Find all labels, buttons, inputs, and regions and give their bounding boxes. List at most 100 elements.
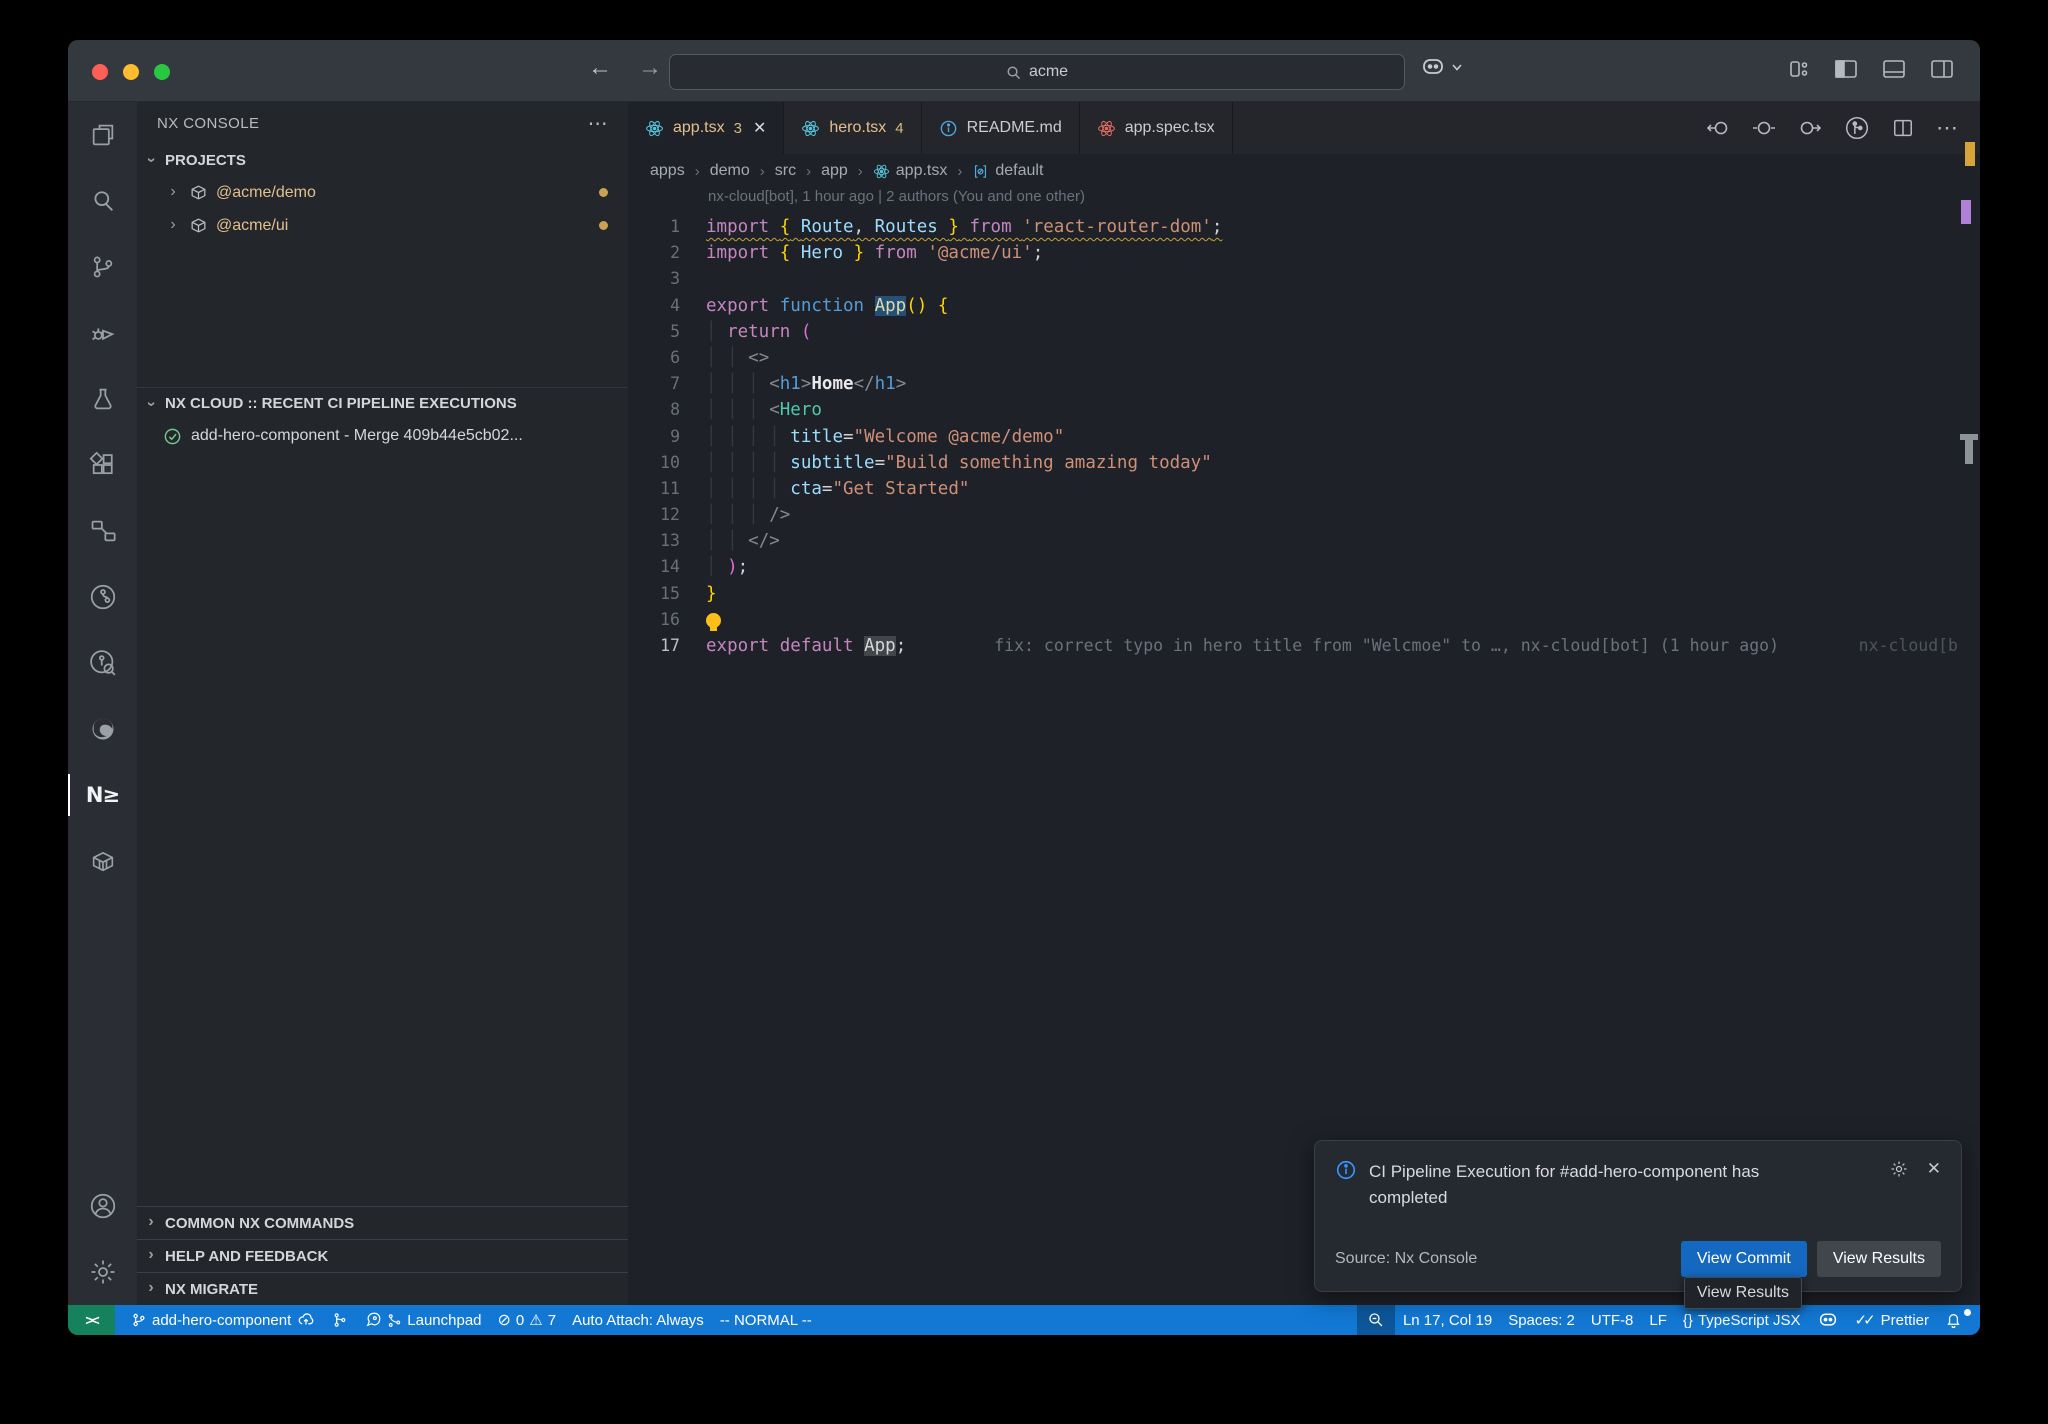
command-center-search[interactable]: acme (669, 54, 1405, 90)
code-line-12[interactable]: 12│ │ │ /> (628, 502, 1980, 528)
language-mode-status-item[interactable]: {} TypeScript JSX (1675, 1312, 1809, 1329)
toggle-sidebar-icon[interactable] (1834, 58, 1858, 80)
code-line-13[interactable]: 13│ │ </> (628, 528, 1980, 554)
code-line-2[interactable]: 2import { Hero } from '@acme/ui'; (628, 240, 1980, 266)
customize-layout-icon[interactable] (1788, 58, 1810, 80)
line-number: 16 (628, 607, 680, 633)
eol-status-item[interactable]: LF (1641, 1312, 1675, 1329)
split-editor-icon[interactable] (1892, 117, 1914, 139)
tab-app-spec-tsx[interactable]: app.spec.tsx (1080, 102, 1233, 154)
tab-hero-tsx[interactable]: hero.tsx 4 (784, 102, 921, 154)
history-forward-icon[interactable]: → (638, 54, 662, 82)
breadcrumb-item[interactable]: app.tsx (896, 162, 948, 180)
info-icon (939, 119, 958, 138)
breadcrumb-item[interactable]: app (821, 162, 848, 180)
more-actions-icon[interactable]: ⋯ (588, 111, 608, 136)
notifications-bell-icon[interactable] (1937, 1311, 1970, 1329)
testing-icon[interactable] (68, 366, 137, 432)
code-line-1[interactable]: 1import { Route, Routes } from 'react-ro… (628, 214, 1980, 240)
breadcrumb-item[interactable]: default (995, 162, 1043, 180)
cursor-position-status-item[interactable]: Ln 17, Col 19 (1395, 1312, 1500, 1329)
status-bar: >< add-hero-component Launchpad ⊘ 0 ⚠ 7 … (68, 1305, 1980, 1335)
copilot-status-item[interactable] (1809, 1311, 1847, 1329)
auto-attach-status-item[interactable]: Auto Attach: Always (564, 1312, 712, 1329)
run-debug-icon[interactable] (68, 300, 137, 366)
breadcrumb-item[interactable]: apps (650, 162, 685, 180)
code-line-16[interactable]: 16 (628, 607, 1980, 633)
search-icon[interactable] (68, 168, 137, 234)
code-line-17[interactable]: 17export default App;fix: correct typo i… (628, 633, 1980, 659)
projects-section-header[interactable]: › PROJECTS (137, 144, 628, 176)
code-line-15[interactable]: 15} (628, 581, 1980, 607)
run-commit-graph-icon[interactable] (1844, 115, 1870, 141)
formatter-status-item[interactable]: ✓✓ Prettier (1847, 1311, 1938, 1329)
project-row-acme-demo[interactable]: › @acme/demo (137, 176, 628, 209)
inline-blame-annotation: fix: correct typo in hero title from "We… (994, 636, 1779, 655)
close-tab-icon[interactable]: ✕ (753, 118, 766, 138)
zoom-window-button[interactable] (154, 64, 170, 80)
code-line-11[interactable]: 11│ │ │ │ cta="Get Started" (628, 476, 1980, 502)
project-row-acme-ui[interactable]: › @acme/ui (137, 209, 628, 242)
chevron-right-icon: › (143, 1213, 159, 1231)
explorer-icon[interactable] (68, 102, 137, 168)
branch-status-item[interactable]: add-hero-component (123, 1311, 324, 1329)
close-window-button[interactable] (92, 64, 108, 80)
encoding-status-item[interactable]: UTF-8 (1583, 1312, 1642, 1329)
vim-mode-status-item[interactable]: -- NORMAL -- (712, 1312, 820, 1329)
open-change-icon[interactable] (1752, 118, 1776, 138)
edge-browser-icon[interactable] (68, 696, 137, 762)
code-line-4[interactable]: 4export function App() { (628, 293, 1980, 319)
history-back-icon[interactable]: ← (588, 54, 612, 82)
code-line-5[interactable]: 5│ return ( (628, 319, 1980, 345)
code-line-6[interactable]: 6│ │ <> (628, 345, 1980, 371)
more-actions-icon[interactable]: ⋯ (1936, 115, 1958, 141)
containers-icon[interactable] (68, 828, 137, 894)
remote-indicator[interactable]: >< (68, 1305, 115, 1335)
account-icon[interactable] (68, 1173, 137, 1239)
copilot-menu[interactable] (1420, 56, 1462, 78)
zoom-status-item[interactable] (1357, 1305, 1395, 1335)
code-line-9[interactable]: 9│ │ │ │ title="Welcome @acme/demo" (628, 424, 1980, 450)
git-graph-icon (332, 1311, 348, 1329)
section-common-nx-commands[interactable]: › COMMON NX COMMANDS (137, 1206, 628, 1239)
nx-console-icon[interactable]: N≥ (68, 762, 137, 828)
view-results-button[interactable]: View Results (1817, 1241, 1941, 1277)
launchpad-status-item[interactable]: Launchpad (356, 1311, 489, 1329)
project-graph-icon[interactable] (68, 498, 137, 564)
publish-cloud-icon (296, 1311, 316, 1329)
settings-gear-icon[interactable] (68, 1239, 137, 1305)
breadcrumb-item[interactable]: demo (710, 162, 750, 180)
toggle-panel-icon[interactable] (1882, 58, 1906, 80)
notification-settings-gear-icon[interactable] (1889, 1159, 1909, 1179)
source-control-icon[interactable] (68, 234, 137, 300)
breadcrumb-item[interactable]: src (775, 162, 796, 180)
tab-readme-md[interactable]: README.md (922, 102, 1080, 154)
code-line-3[interactable]: 3 (628, 266, 1980, 292)
code-line-10[interactable]: 10│ │ │ │ subtitle="Build something amaz… (628, 450, 1980, 476)
code-line-7[interactable]: 7│ │ │ <h1>Home</h1> (628, 371, 1980, 397)
problems-status-item[interactable]: ⊘ 0 ⚠ 7 (490, 1310, 565, 1330)
pipeline-execution-row[interactable]: add-hero-component - Merge 409b44e5cb02.… (137, 419, 628, 453)
indentation-status-item[interactable]: Spaces: 2 (1500, 1312, 1583, 1329)
overview-ruler[interactable] (1960, 102, 1980, 1305)
toggle-secondary-sidebar-icon[interactable] (1930, 58, 1954, 80)
code-line-8[interactable]: 8│ │ │ <Hero (628, 397, 1980, 423)
minimize-window-button[interactable] (123, 64, 139, 80)
notification-close-icon[interactable]: ✕ (1927, 1159, 1941, 1179)
tab-app-tsx[interactable]: app.tsx 3 ✕ (628, 102, 784, 154)
code-line-14[interactable]: 14│ ); (628, 554, 1980, 580)
chevron-right-icon: › (143, 1279, 159, 1297)
lightbulb-code-action-icon[interactable] (706, 613, 721, 628)
view-commit-button[interactable]: View Commit (1681, 1241, 1807, 1277)
section-help-and-feedback[interactable]: › HELP AND FEEDBACK (137, 1239, 628, 1272)
next-change-icon[interactable] (1798, 118, 1822, 138)
chevron-right-icon: › (165, 183, 181, 201)
extensions-icon[interactable] (68, 432, 137, 498)
commit-graph-icon[interactable] (68, 564, 137, 630)
gitlens-inspect-icon[interactable] (68, 630, 137, 696)
previous-change-icon[interactable] (1706, 118, 1730, 138)
line-number: 9 (628, 424, 680, 450)
section-nx-migrate[interactable]: › NX MIGRATE (137, 1272, 628, 1305)
nx-cloud-section-header[interactable]: › NX CLOUD :: RECENT CI PIPELINE EXECUTI… (137, 387, 628, 419)
git-graph-status-item[interactable] (324, 1311, 356, 1329)
